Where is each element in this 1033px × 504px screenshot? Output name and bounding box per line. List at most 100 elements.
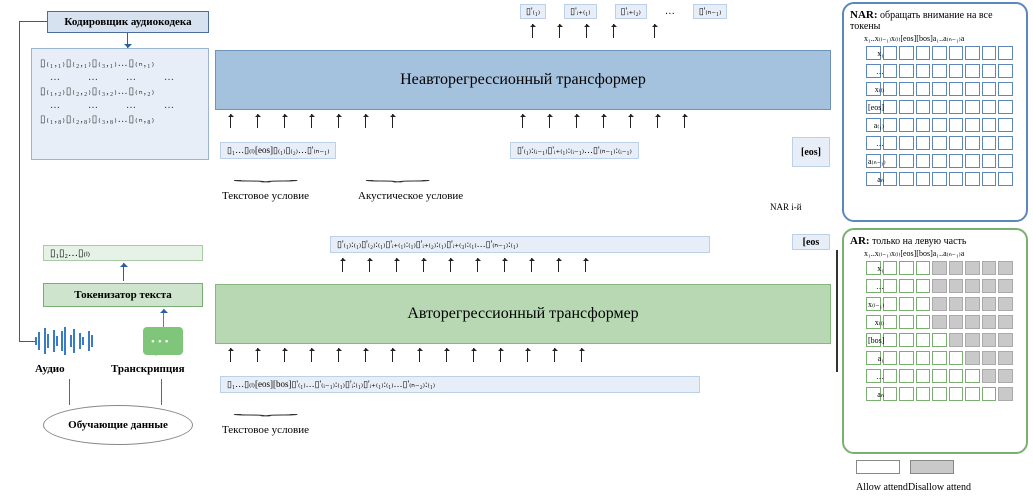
mask-cell: [916, 387, 931, 402]
token: ▯'₍₁₎: [520, 4, 546, 19]
arrow-audio-to-encoder-base: [19, 341, 35, 342]
mask-cell: [965, 315, 980, 330]
mask-cell: [883, 136, 898, 151]
acoustic-condition-label: Акустическое условие: [358, 190, 463, 202]
nar-mask-title: NAR: обращать внимание на все токены: [850, 9, 1020, 32]
mask-cell: [982, 46, 997, 61]
mask-cell: [949, 154, 964, 169]
mask-cell: [899, 333, 914, 348]
mask-cell: [998, 369, 1013, 384]
ar-mask-col-axis: x₁..x₍ₗ₋₁₎x₍ₗ₎[eos][bos]a₁..a₍ₙ₋₁₎a: [864, 249, 1022, 258]
ar-mask-text: только на левую часть: [872, 236, 966, 247]
brace-icon: ⏟: [233, 170, 300, 183]
nar-mask-col-axis: x₁..x₍ₗ₋₁₎x₍ₗ₎[eos][bos]a₁..a₍ₙ₋₁₎a: [864, 34, 1022, 43]
nar-output-arrows: [532, 24, 681, 38]
mask-cell: [998, 100, 1013, 115]
seq-strip: ▯'₍₁₎:₍ᵢ₋₁₎▯'ᵢ₊₍₁₎:₍ᵢ₋₁₎…▯'₍ₙ₋₁₎:₍ᵢ₋₁₎: [510, 142, 639, 159]
arrow-audio-to-encoder-vert: [19, 21, 20, 341]
mask-cell: [883, 369, 898, 384]
mask-cell: [916, 172, 931, 187]
mask-cell: [965, 297, 980, 312]
nar-transformer: Неавторегрессионный трансформер: [215, 50, 831, 110]
left-pipeline: Кодировщик аудиокодека ▯₍₁,₁₎▯₍₂,₁₎▯₍₃,₁…: [15, 5, 205, 495]
mask-legend-caption: Allow attendDisallow attend: [856, 482, 971, 493]
seq-strip: ▯₁…▯₍ₗ₎[eos][bos]▯'₍₁₎…▯'₍ᵢ₋₁₎:₍₁₎▯'ᵢ:₍₁…: [220, 376, 700, 393]
mask-cell: [965, 351, 980, 366]
mask-cell: [998, 46, 1013, 61]
audio-codec-encoder: Кодировщик аудиокодека: [47, 11, 209, 33]
ar-transformer: Авторегрессионный трансформер: [215, 284, 831, 344]
mask-cell: [932, 351, 947, 366]
mask-cell: [932, 64, 947, 79]
nar-input-left: ▯₁…▯₍ₗ₎[eos]▯₍₁₎▯₍₂₎…▯'₍ₙ₋₁₎: [220, 142, 480, 159]
seq-strip: ▯₁…▯₍ₗ₎[eos]▯₍₁₎▯₍₂₎…▯'₍ₙ₋₁₎: [220, 142, 336, 159]
mask-cell: [965, 118, 980, 133]
mask-cell: [965, 369, 980, 384]
mask-cell: [899, 369, 914, 384]
nar-input-arrows-right: [522, 114, 711, 128]
token: ▯'ᵢ₊₍₁₎: [564, 4, 596, 19]
legend-disallow-swatch: [910, 460, 954, 474]
seq-strip: ▯'₍₁₎:₍₁₎▯'₍₂₎:₍₁₎▯'ᵢ₊₍₁₎:₍₁₎▯'ᵢ₊₍₂₎:₍₁₎…: [330, 236, 710, 253]
mask-cell: [998, 154, 1013, 169]
mask-cell: [916, 261, 931, 276]
mask-cell: [998, 333, 1013, 348]
mask-cell: [916, 369, 931, 384]
mask-cell: [932, 279, 947, 294]
brace-icon: ⏟: [233, 404, 300, 417]
mask-cell: [949, 387, 964, 402]
mask-cell: [982, 369, 997, 384]
training-data-label: Обучающие данные: [68, 419, 168, 431]
nar-mask-panel: NAR: обращать внимание на все токены x₁.…: [842, 2, 1028, 222]
mask-cell: [883, 46, 898, 61]
mask-cell: [916, 136, 931, 151]
nar-mask-grid: x₁…x₍ₗ₎[eos]a₍₁₎…a₍ₙ₋₁₎aₙ: [866, 45, 1022, 187]
mask-cell: [949, 261, 964, 276]
mask-cell: [949, 46, 964, 61]
codec-row: ▯₍₁,₈₎▯₍₂,₈₎▯₍₃,₈₎…▯₍ₙ,₈₎: [40, 114, 200, 125]
codec-ellipsis-row: …………: [40, 72, 200, 83]
mask-cell: [899, 172, 914, 187]
nar-input-right: ▯'₍₁₎:₍ᵢ₋₁₎▯'ᵢ₊₍₁₎:₍ᵢ₋₁₎…▯'₍ₙ₋₁₎:₍ᵢ₋₁₎: [510, 142, 770, 159]
mask-cell: [998, 261, 1013, 276]
mask-cell: [899, 351, 914, 366]
mask-cell: [982, 100, 997, 115]
mask-cell: [965, 64, 980, 79]
mask-cell: [998, 82, 1013, 97]
mask-cell: [883, 100, 898, 115]
mask-cell: [998, 315, 1013, 330]
mask-cell: [932, 333, 947, 348]
ar-eos-token: [eos: [792, 234, 830, 250]
mask-cell: [883, 279, 898, 294]
ar-input-tokens: ▯₁…▯₍ₗ₎[eos][bos]▯'₍₁₎…▯'₍ᵢ₋₁₎:₍₁₎▯'ᵢ:₍₁…: [220, 376, 770, 393]
mask-cell: [982, 333, 997, 348]
mask-cell: [949, 64, 964, 79]
mask-cell: [949, 100, 964, 115]
mask-cell: [883, 172, 898, 187]
mask-cell: [932, 369, 947, 384]
mask-cell: [982, 172, 997, 187]
mask-cell: [899, 46, 914, 61]
text-condition-label: Текстовое условие: [222, 190, 309, 202]
mask-cell: [916, 100, 931, 115]
mask-cell: [916, 82, 931, 97]
arrow-tokenizer-up: [123, 263, 124, 281]
mask-cell: [982, 279, 997, 294]
mask-cell: [916, 333, 931, 348]
mask-cell: [899, 297, 914, 312]
mask-cell: [916, 297, 931, 312]
audio-label: Аудио: [35, 363, 65, 375]
mask-cell: [916, 279, 931, 294]
arrow-data-to-audio: [69, 379, 70, 405]
mask-cell: [916, 315, 931, 330]
mask-cell: [982, 154, 997, 169]
mask-cell: [998, 172, 1013, 187]
ar-input-arrows: [230, 348, 608, 362]
nar-eos-token: [eos]: [792, 137, 830, 167]
mask-cell: [883, 64, 898, 79]
mask-cell: [998, 118, 1013, 133]
mask-cell: [883, 387, 898, 402]
waveform-icon: [35, 327, 105, 355]
mask-cell: [916, 46, 931, 61]
mask-cell: [883, 333, 898, 348]
